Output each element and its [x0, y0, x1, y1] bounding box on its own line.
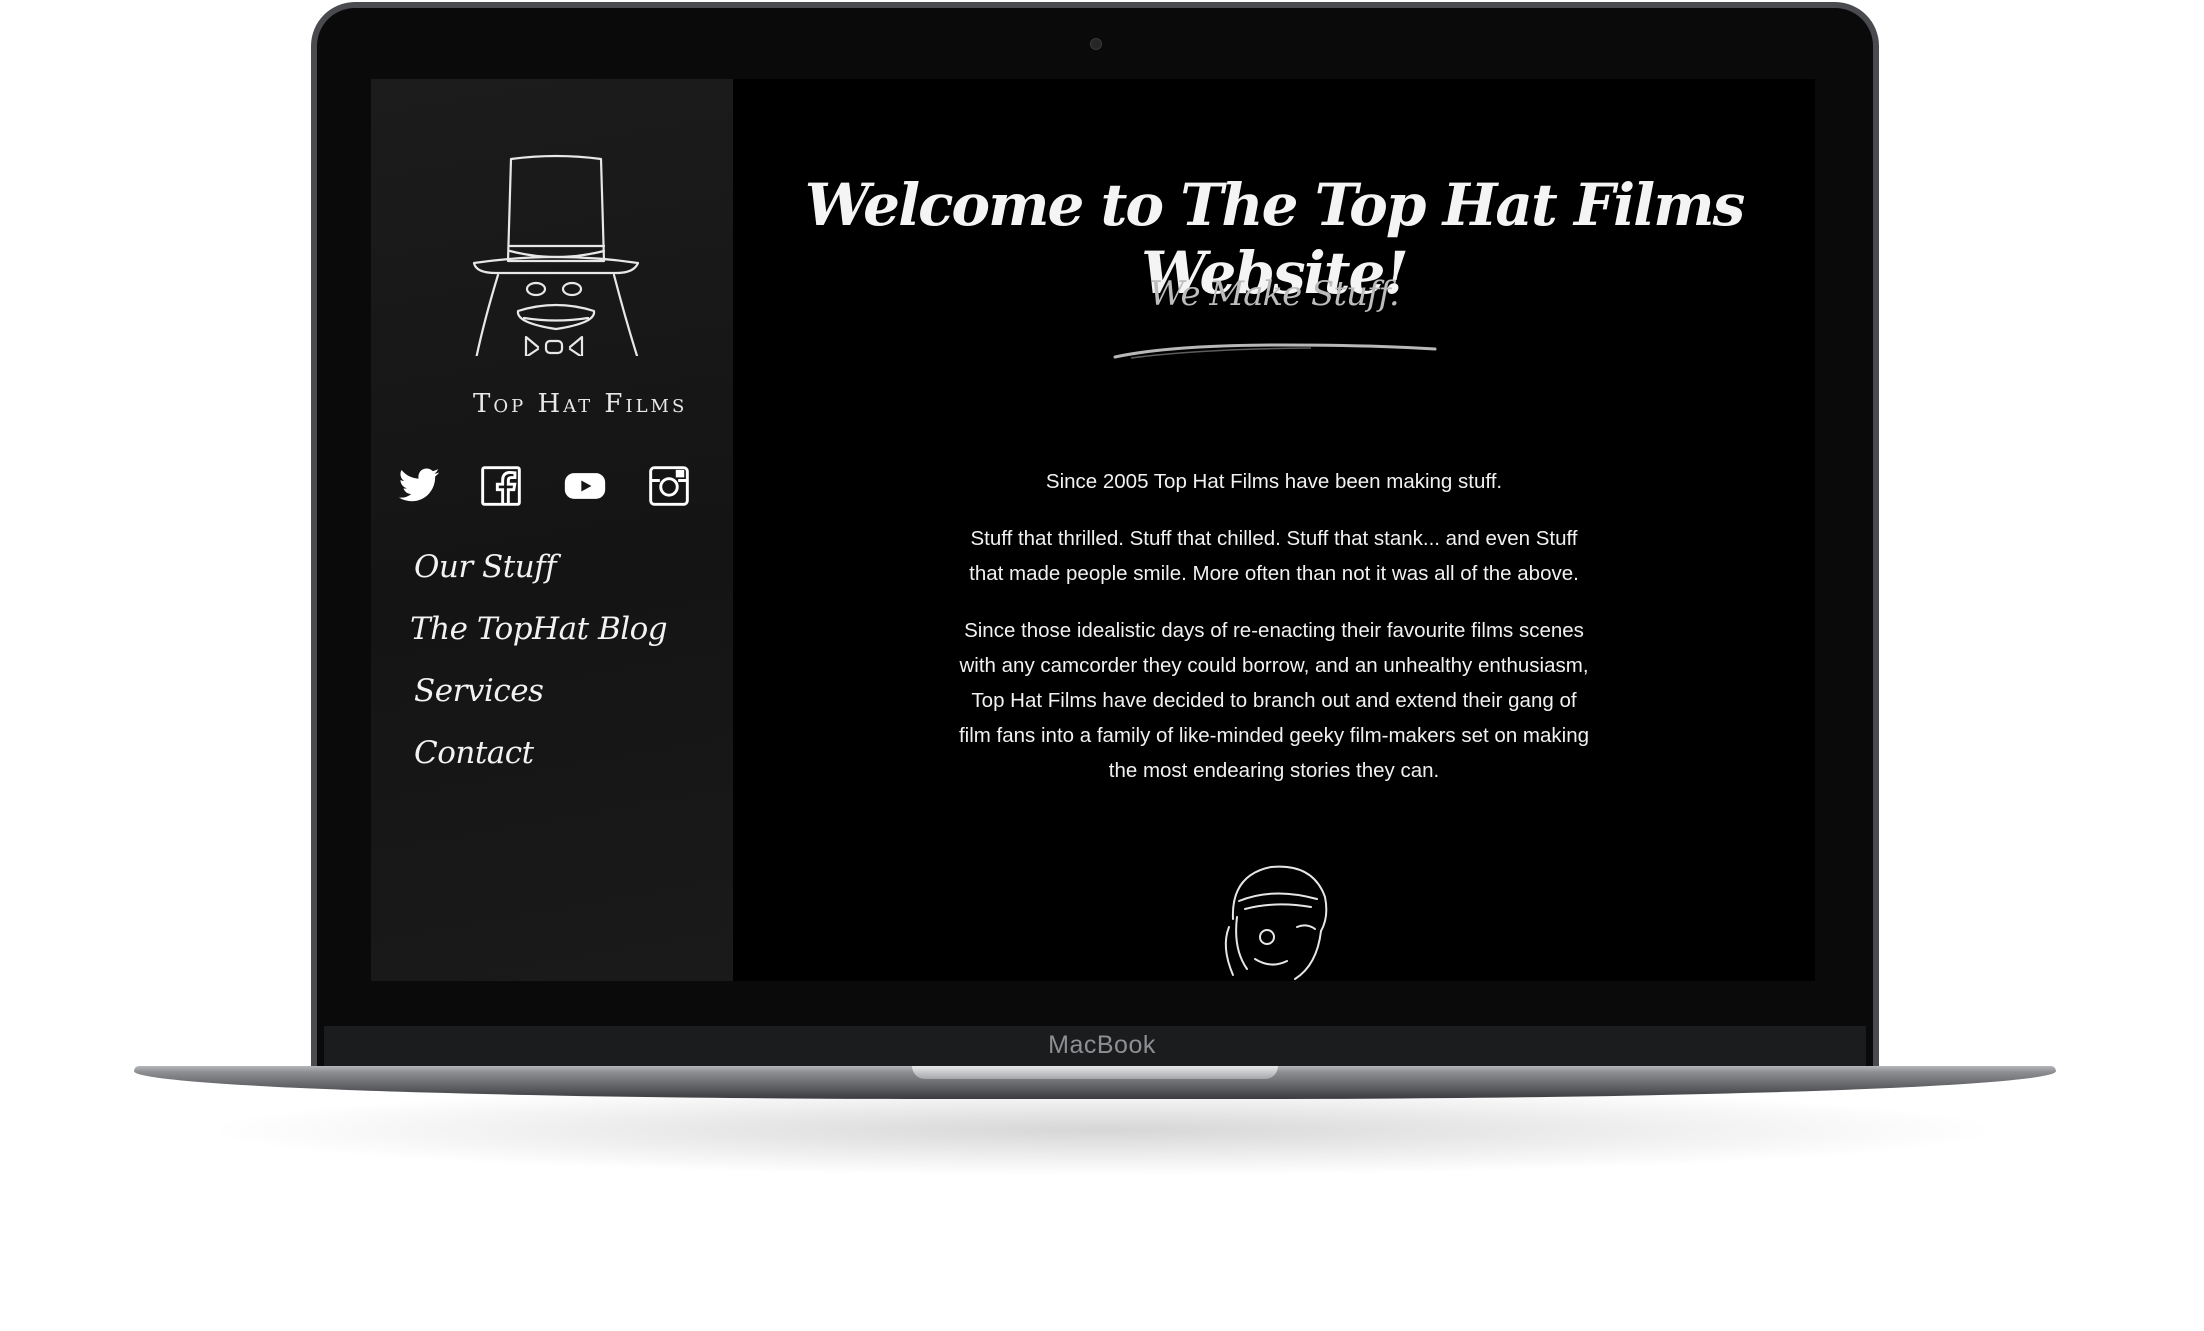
top-hat-logo-icon[interactable]	[466, 151, 646, 356]
intro-paragraph: Since 2005 Top Hat Films have been makin…	[1045, 470, 1503, 493]
facebook-icon[interactable]	[479, 464, 523, 508]
main-nav: Our Stuff The TopHat Blog Services Conta…	[410, 549, 668, 797]
nav-item-contact[interactable]: Contact	[414, 735, 667, 797]
sidebar: Top Hat Films Our Stuff The TopHat Blog …	[371, 79, 733, 981]
instagram-icon[interactable]	[647, 464, 691, 508]
intro-paragraph: Stuff that thrilled. Stuff that chilled.…	[969, 527, 1579, 585]
device-label: MacBook	[1048, 1031, 1156, 1059]
character-sketch-icon	[1224, 865, 1328, 980]
laptop-notch	[912, 1066, 1278, 1079]
browser-viewport: Top Hat Films Our Stuff The TopHat Blog …	[371, 79, 1815, 981]
intro-paragraph: Since those idealistic days of re-enacti…	[958, 619, 1590, 782]
chalk-divider-icon	[1113, 343, 1437, 359]
nav-item-our-stuff[interactable]: Our Stuff	[414, 549, 667, 611]
main-content: Welcome to The Top Hat Films Website! We…	[733, 79, 1815, 981]
intro-text: Since 2005 Top Hat Films have been makin…	[958, 464, 1590, 810]
camera-icon	[1090, 38, 1102, 50]
page-subtitle: We Make Stuff.	[1149, 274, 1399, 314]
twitter-icon[interactable]	[397, 464, 441, 508]
logo-text: Top Hat Films	[473, 389, 688, 419]
nav-item-blog[interactable]: The TopHat Blog	[410, 611, 668, 673]
youtube-icon[interactable]	[563, 464, 607, 508]
nav-item-services[interactable]: Services	[414, 673, 667, 735]
